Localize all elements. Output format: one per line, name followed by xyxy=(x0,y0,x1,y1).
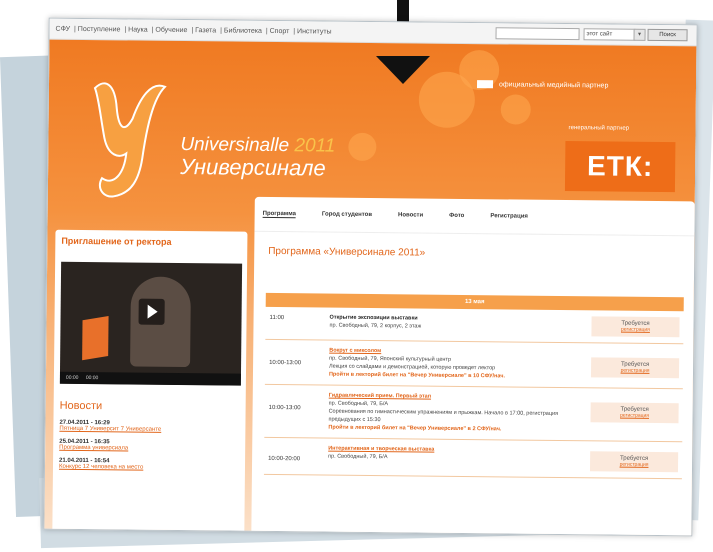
main-content: Программа Город студентов Новости Фото Р… xyxy=(251,196,695,537)
event-description: Вокруг с миксолом пр. Свободный, 79, Япо… xyxy=(325,341,587,388)
flag-shape xyxy=(82,315,109,361)
news-link[interactable]: Пятница 7 Университ 7 Универсанте xyxy=(59,426,240,434)
video-player[interactable]: 00:00 00:00 xyxy=(59,261,243,386)
table-row: 11:00 Открытие экспозиции выставки пр. С… xyxy=(265,306,684,345)
pointer-arrow-icon xyxy=(376,56,430,84)
table-row: 10:00-13:00 Гидравлический прием. Первый… xyxy=(264,384,683,443)
tab-registration[interactable]: Регистрация xyxy=(490,213,528,219)
event-description: Открытие экспозиции выставки пр. Свободн… xyxy=(325,308,587,343)
table-row: 10:00-13:00 Вокруг с миксолом пр. Свобод… xyxy=(264,339,684,390)
event-registration: Требуется регистрация xyxy=(587,310,683,343)
registration-box: Требуется регистрация xyxy=(591,316,680,338)
nav-link-library[interactable]: Библиотека xyxy=(224,27,262,34)
nav-link-newspaper[interactable]: Газета xyxy=(195,27,216,34)
registration-box: Требуется регистрация xyxy=(590,402,679,424)
event-place: пр. Свободный, 79, Б/А xyxy=(328,453,388,461)
universinale-logo-icon xyxy=(93,82,167,198)
event-time: 10:00-13:00 xyxy=(269,359,302,367)
invite-title: Приглашение от ректора xyxy=(61,235,172,247)
top-cut-text: ​ xyxy=(0,0,713,10)
site-scope-select[interactable]: этот сайт xyxy=(583,28,636,41)
registration-link[interactable]: регистрация xyxy=(591,326,679,333)
media-partner-label: официальный медийный партнер xyxy=(498,80,609,89)
brand-cyrillic: Универсинале xyxy=(180,154,326,181)
tab-program[interactable]: Программа xyxy=(262,210,296,218)
event-registration: Требуется регистрация xyxy=(586,441,682,478)
search-input[interactable] xyxy=(495,27,580,41)
event-description: Интерактивная и творческая выставка пр. … xyxy=(324,439,586,478)
event-registration: Требуется регистрация xyxy=(587,343,683,388)
news-block: Новости 27.04.2011 - 16:29 Пятница 7 Уни… xyxy=(59,400,241,479)
nav-link-institutes[interactable]: Институты xyxy=(297,28,332,35)
news-item: 25.04.2011 - 16:35 Программа универсиала xyxy=(59,439,240,453)
program-title: Программа «Универсинале 2011» xyxy=(268,245,426,259)
video-controls[interactable]: 00:00 00:00 xyxy=(59,371,241,386)
table-row: 10:00-20:00 Интерактивная и творческая в… xyxy=(263,437,683,480)
nav-link-education[interactable]: Обучение xyxy=(155,26,187,33)
brand-title: Universinalle 2011 Универсинале xyxy=(180,134,336,181)
media-logo-icon xyxy=(476,80,494,89)
tab-bar: Программа Город студентов Новости Фото Р… xyxy=(254,196,695,237)
video-time-total: 00:00 xyxy=(85,375,99,382)
news-title: Новости xyxy=(59,399,103,413)
event-time: 10:00-13:00 xyxy=(268,404,301,412)
event-description: Гидравлический прием. Первый этап пр. Св… xyxy=(324,386,587,441)
news-link[interactable]: Программа универсиала xyxy=(59,445,240,453)
left-column: Приглашение от ректора 00:00 00:00 Новос… xyxy=(52,229,248,537)
play-icon[interactable] xyxy=(138,298,165,325)
program-table: 13 мая 11:00 Открытие экспозиции выставк… xyxy=(263,292,684,480)
brand-year: 2011 xyxy=(294,135,336,157)
tab-news[interactable]: Новости xyxy=(398,212,423,218)
nav-links: СФУ | Поступление | Наука | Обучение | Г… xyxy=(55,25,332,36)
nav-link-sport[interactable]: Спорт xyxy=(270,27,290,34)
partner-label: генеральный партнер xyxy=(568,125,630,132)
orange-banner: Universinalle 2011 Универсинале официаль… xyxy=(44,39,697,537)
tab-student-city[interactable]: Город студентов xyxy=(322,211,372,218)
event-note: Пройти в лекторий билет на "Вечер Универ… xyxy=(328,371,506,380)
search-button[interactable]: Поиск xyxy=(647,28,688,42)
video-time-current: 00:00 xyxy=(65,374,79,381)
event-note: Пройти в лекторий билет на "Вечер Универ… xyxy=(328,424,502,433)
event-place: пр. Свободный, 79, 2 корпус, 2 этаж xyxy=(329,322,422,330)
event-time: 10:00-20:00 xyxy=(268,455,301,463)
brand-latin: Universinalle xyxy=(180,134,290,157)
news-link[interactable]: Конкурс 12 человека на место xyxy=(59,464,240,472)
event-time: 11:00 xyxy=(269,314,285,322)
news-item: 21.04.2011 - 16:54 Конкурс 12 человека н… xyxy=(59,458,240,472)
chevron-down-icon[interactable]: ▾ xyxy=(633,28,646,41)
media-partner: официальный медийный партнер xyxy=(476,80,609,89)
website-screenshot: СФУ | Поступление | Наука | Обучение | Г… xyxy=(43,17,698,537)
nav-link-science[interactable]: Наука xyxy=(128,26,148,33)
registration-link[interactable]: регистрация xyxy=(590,461,678,468)
registration-box: Требуется регистрация xyxy=(589,451,679,473)
tab-photo[interactable]: Фото xyxy=(449,213,464,219)
nav-link-sfu[interactable]: СФУ xyxy=(56,25,71,32)
registration-link[interactable]: регистрация xyxy=(591,367,679,374)
nav-link-admission[interactable]: Поступление xyxy=(78,25,121,32)
registration-link[interactable]: регистрация xyxy=(591,412,679,419)
registration-box: Требуется регистрация xyxy=(590,357,680,379)
decor-circle xyxy=(500,94,531,125)
news-item: 27.04.2011 - 16:29 Пятница 7 Университ 7… xyxy=(59,420,240,434)
partner-logo[interactable]: ЕТК: xyxy=(564,141,676,193)
event-registration: Требуется регистрация xyxy=(586,388,683,441)
decor-circle xyxy=(348,132,377,162)
